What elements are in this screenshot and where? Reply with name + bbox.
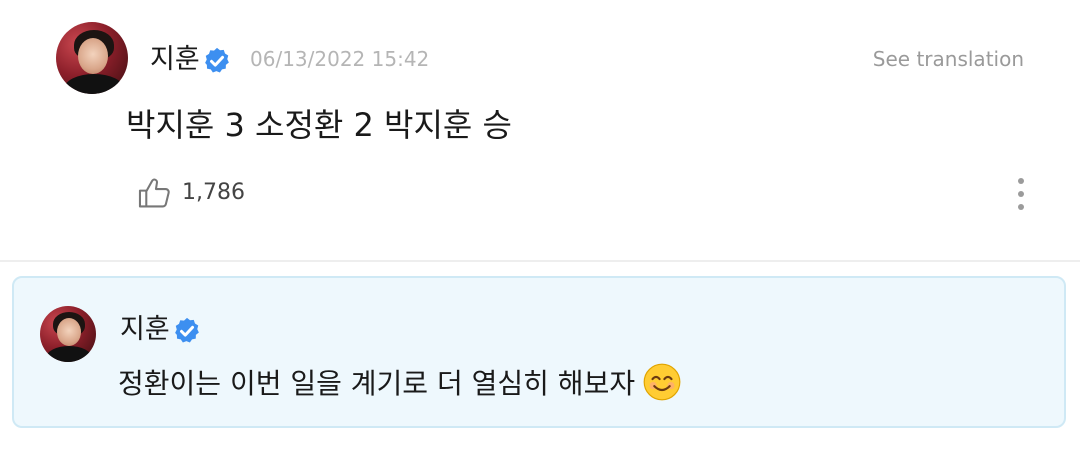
reply-card: 지훈 정환이는 이번 일을 계기로 더 열심히 해보자 [12, 276, 1066, 428]
reply-text-line: 정환이는 이번 일을 계기로 더 열심히 해보자 [118, 363, 681, 404]
more-options-button[interactable] [1008, 174, 1034, 214]
post: 지훈 06/13/2022 15:42 See translation 박지훈 … [0, 0, 1080, 262]
more-dot [1018, 204, 1024, 210]
author-avatar[interactable] [56, 22, 128, 94]
more-dot [1018, 191, 1024, 197]
reply-author-avatar[interactable] [40, 306, 96, 362]
author-name[interactable]: 지훈 [150, 46, 200, 73]
avatar-face [78, 38, 108, 74]
verified-badge-icon [175, 317, 199, 343]
post-text: 박지훈 3 소정환 2 박지훈 승 [126, 106, 512, 144]
smiling-face-emoji-icon [643, 363, 681, 401]
see-translation-link[interactable]: See translation [873, 49, 1024, 69]
avatar-shoulders [64, 74, 124, 94]
more-vertical-icon [1018, 178, 1024, 184]
like-count: 1,786 [182, 180, 245, 205]
reply-text: 정환이는 이번 일을 계기로 더 열심히 해보자 [118, 367, 636, 400]
thumbs-up-icon[interactable] [136, 174, 174, 212]
avatar-shoulders [46, 346, 92, 362]
divider [0, 260, 1080, 262]
post-timestamp: 06/13/2022 15:42 [250, 47, 430, 71]
reply-author-name[interactable]: 지훈 [120, 316, 170, 343]
verified-badge-icon [205, 47, 229, 73]
avatar-face [57, 318, 81, 346]
